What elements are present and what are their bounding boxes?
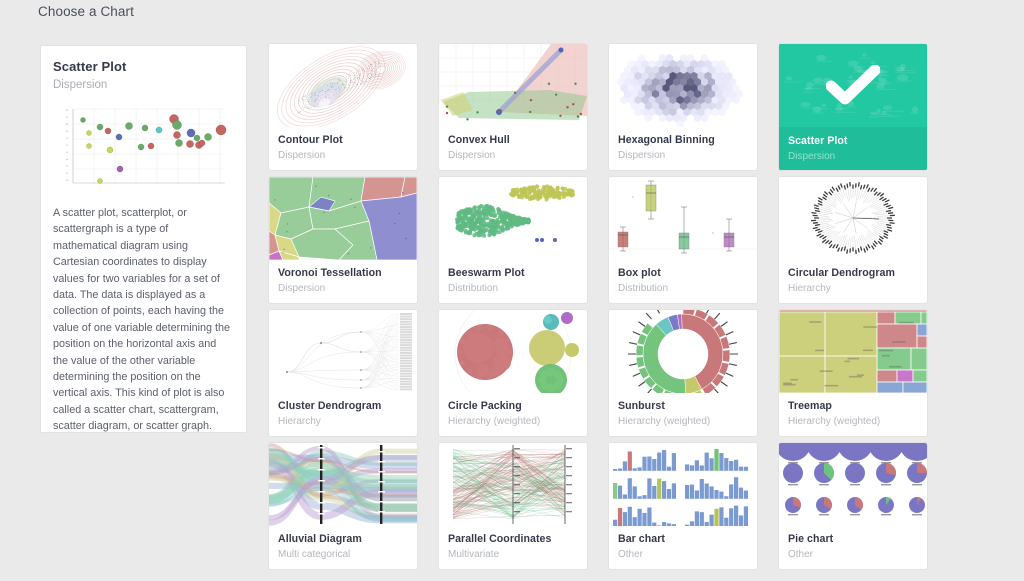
chart-card-body: Parallel Coordinates Multivariate	[439, 526, 587, 560]
scatter-plot-preview-icon: 93 90 85 80 75 70 65 60 55 50 45	[53, 103, 236, 191]
chart-card-body: Convex Hull Dispersion	[439, 127, 587, 161]
chart-card-body: Box plot Distribution	[609, 260, 757, 294]
box-plot-thumbnail-icon	[609, 177, 757, 260]
chart-card-body: Contour Plot Dispersion	[269, 127, 417, 161]
selected-check-icon	[779, 44, 927, 127]
chart-card-voronoi[interactable]: Voronoi Tessellation Dispersion	[269, 177, 417, 303]
chart-detail-panel: Scatter Plot Dispersion 93 90 85 80 75 70 65…	[40, 45, 247, 433]
chart-card-convex-hull[interactable]: Convex Hull Dispersion	[439, 44, 587, 170]
chart-card-beeswarm[interactable]: Beeswarm Plot Distribution	[439, 177, 587, 303]
circular-dendrogram-thumbnail-icon	[779, 177, 927, 260]
sunburst-thumbnail-icon	[609, 310, 757, 393]
circle-packing-thumbnail-icon	[439, 310, 587, 393]
chart-card-title: Alluvial Diagram	[278, 533, 362, 545]
chart-card-title: Cluster Dendrogram	[278, 400, 382, 412]
detail-subtitle: Dispersion	[53, 79, 108, 91]
chart-card-subtitle: Dispersion	[618, 150, 666, 161]
chart-card-subtitle: Dispersion	[788, 151, 836, 162]
chart-card-scatter-plot[interactable]: Scatter Plot Dispersion	[779, 44, 927, 170]
treemap-thumbnail-icon	[779, 310, 927, 393]
chart-card-body: Scatter Plot Dispersion	[779, 127, 927, 170]
chart-card-title: Treemap	[788, 400, 832, 412]
chart-card-body: Alluvial Diagram Multi categorical	[269, 526, 417, 560]
chart-card-subtitle: Distribution	[618, 283, 669, 294]
chart-card-treemap[interactable]: Treemap Hierarchy (weighted)	[779, 310, 927, 436]
chart-card-subtitle: Dispersion	[448, 150, 496, 161]
chart-card-body: Bar chart Other	[609, 526, 757, 560]
chart-card-subtitle: Hierarchy (weighted)	[788, 416, 881, 427]
chart-card-title: Scatter Plot	[788, 135, 848, 147]
chart-card-contour-plot[interactable]: Contour Plot Dispersion	[269, 44, 417, 170]
chart-card-subtitle: Dispersion	[278, 150, 326, 161]
chart-card-box-plot[interactable]: Box plot Distribution	[609, 177, 757, 303]
chart-card-bar-chart[interactable]: Bar chart Other	[609, 443, 757, 569]
chart-card-subtitle: Hierarchy	[788, 283, 831, 294]
chart-card-alluvial[interactable]: Alluvial Diagram Multi categorical	[269, 443, 417, 569]
chart-card-sunburst[interactable]: Sunburst Hierarchy (weighted)	[609, 310, 757, 436]
chart-card-title: Voronoi Tessellation	[278, 267, 382, 279]
chart-type-grid: Contour Plot Dispersion Convex Hull Dispers…	[269, 44, 927, 569]
chart-card-cluster-dendrogram[interactable]: Cluster Dendrogram Hierarchy	[269, 310, 417, 436]
chart-card-title: Convex Hull	[448, 134, 510, 146]
chart-card-body: Voronoi Tessellation Dispersion	[269, 260, 417, 294]
chart-card-title: Circle Packing	[448, 400, 522, 412]
chart-card-subtitle: Dispersion	[278, 283, 326, 294]
detail-title: Scatter Plot	[53, 59, 127, 74]
chart-card-body: Cluster Dendrogram Hierarchy	[269, 393, 417, 427]
chart-card-title: Beeswarm Plot	[448, 267, 525, 279]
contour-plot-thumbnail-icon	[269, 44, 417, 127]
chart-card-body: Circle Packing Hierarchy (weighted)	[439, 393, 587, 427]
hexagonal-binning-thumbnail-icon	[609, 44, 757, 127]
chart-card-subtitle: Distribution	[448, 283, 499, 294]
chart-card-title: Parallel Coordinates	[448, 533, 552, 545]
chart-card-body: Beeswarm Plot Distribution	[439, 260, 587, 294]
detail-description: A scatter plot, scatterplot, or scatterg…	[53, 207, 231, 433]
cluster-dendrogram-thumbnail-icon	[269, 310, 417, 393]
chart-card-body: Circular Dendrogram Hierarchy	[779, 260, 927, 294]
chart-card-subtitle: Hierarchy	[278, 416, 321, 427]
chart-card-title: Sunburst	[618, 400, 665, 412]
page-title: Choose a Chart	[38, 4, 134, 19]
chart-card-title: Circular Dendrogram	[788, 267, 895, 279]
chart-card-title: Contour Plot	[278, 134, 343, 146]
alluvial-thumbnail-icon	[269, 443, 417, 526]
voronoi-thumbnail-icon	[269, 177, 417, 260]
scatter-plot-thumbnail-icon	[779, 44, 927, 127]
chart-card-subtitle: Hierarchy (weighted)	[448, 416, 541, 427]
chart-card-subtitle: Other	[618, 549, 644, 560]
convex-hull-thumbnail-icon	[439, 44, 587, 127]
chart-card-subtitle: Multivariate	[448, 549, 500, 560]
pie-chart-thumbnail-icon	[779, 443, 927, 526]
chart-card-title: Bar chart	[618, 533, 665, 545]
chart-card-body: Hexagonal Binning Dispersion	[609, 127, 757, 161]
chart-card-body: Sunburst Hierarchy (weighted)	[609, 393, 757, 427]
beeswarm-thumbnail-icon	[439, 177, 587, 260]
chart-card-hexagonal-binning[interactable]: Hexagonal Binning Dispersion	[609, 44, 757, 170]
chart-card-title: Box plot	[618, 267, 661, 279]
parallel-coordinates-thumbnail-icon	[439, 443, 587, 526]
chart-card-subtitle: Hierarchy (weighted)	[618, 416, 711, 427]
chart-card-parallel-coordinates[interactable]: Parallel Coordinates Multivariate	[439, 443, 587, 569]
chart-card-circular-dendrogram[interactable]: Circular Dendrogram Hierarchy	[779, 177, 927, 303]
chart-card-subtitle: Multi categorical	[278, 549, 351, 560]
chart-card-circle-packing[interactable]: Circle Packing Hierarchy (weighted)	[439, 310, 587, 436]
chart-card-pie-chart[interactable]: Pie chart Other	[779, 443, 927, 569]
chart-card-title: Pie chart	[788, 533, 834, 545]
chart-card-body: Treemap Hierarchy (weighted)	[779, 393, 927, 427]
chart-card-subtitle: Other	[788, 549, 814, 560]
chart-card-body: Pie chart Other	[779, 526, 927, 560]
bar-chart-thumbnail-icon	[609, 443, 757, 526]
chart-card-title: Hexagonal Binning	[618, 134, 715, 146]
